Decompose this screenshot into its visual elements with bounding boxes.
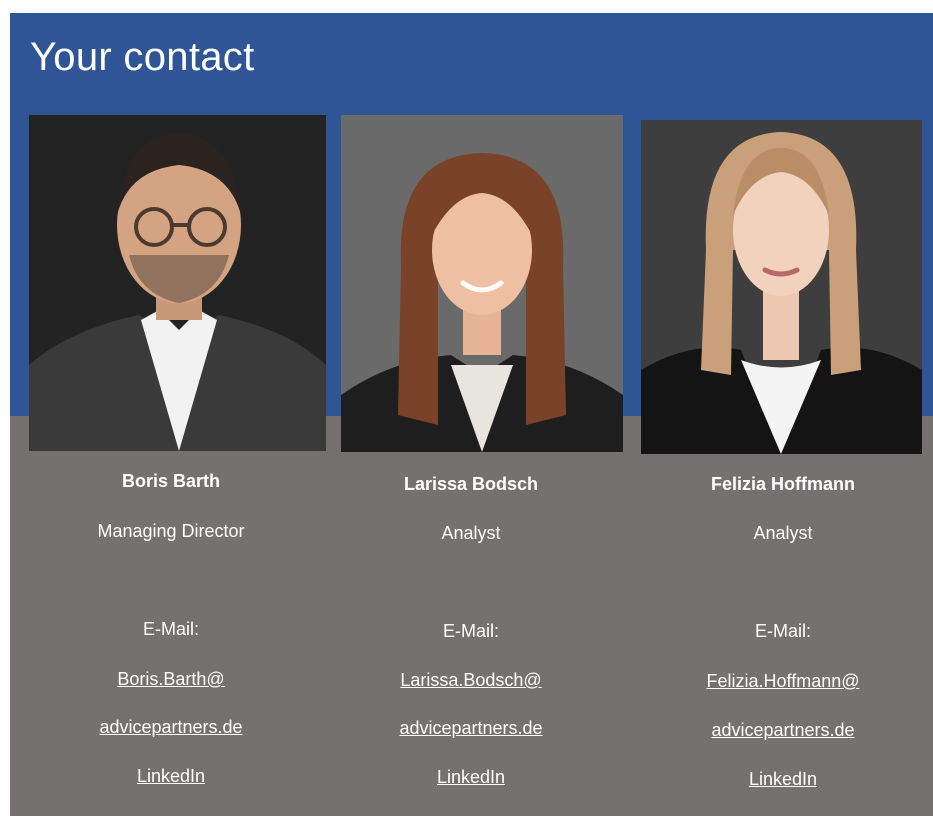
- email-link-line1[interactable]: Larissa.Bodsch@: [330, 670, 612, 691]
- contact-card-felizia-hoffmann: Felizia Hoffmann Analyst E-Mail: Felizia…: [641, 460, 925, 800]
- portrait-photo-felizia-hoffmann: [641, 120, 922, 454]
- email-link-line1[interactable]: Felizia.Hoffmann@: [641, 671, 925, 692]
- contact-name: Felizia Hoffmann: [710, 474, 855, 494]
- contact-role: Analyst: [441, 523, 501, 543]
- contact-card-larissa-bodsch: Larissa Bodsch Analyst E-Mail: Larissa.B…: [330, 460, 612, 800]
- linkedin-link[interactable]: LinkedIn: [330, 767, 612, 788]
- email-link-line2[interactable]: advicepartners.de: [641, 720, 925, 741]
- contact-name: Boris Barth: [121, 471, 220, 491]
- contact-name: Larissa Bodsch: [403, 474, 539, 494]
- linkedin-link[interactable]: LinkedIn: [29, 766, 313, 787]
- email-link-line2[interactable]: advicepartners.de: [29, 717, 313, 738]
- email-label: E-Mail:: [754, 621, 811, 641]
- contact-role: Managing Director: [97, 521, 245, 541]
- email-link-line2[interactable]: advicepartners.de: [330, 718, 612, 739]
- email-label: E-Mail:: [442, 621, 499, 641]
- page-title: Your contact: [30, 35, 255, 79]
- email-link-line1[interactable]: Boris.Barth@: [29, 669, 313, 690]
- contact-card-boris-barth: Boris Barth Managing Director E-Mail: Bo…: [29, 460, 313, 800]
- portrait-photo-larissa-bodsch: [341, 115, 623, 452]
- email-label: E-Mail:: [142, 619, 199, 639]
- linkedin-link[interactable]: LinkedIn: [641, 769, 925, 790]
- contact-role: Analyst: [753, 523, 813, 543]
- portrait-photo-boris-barth: [29, 115, 326, 451]
